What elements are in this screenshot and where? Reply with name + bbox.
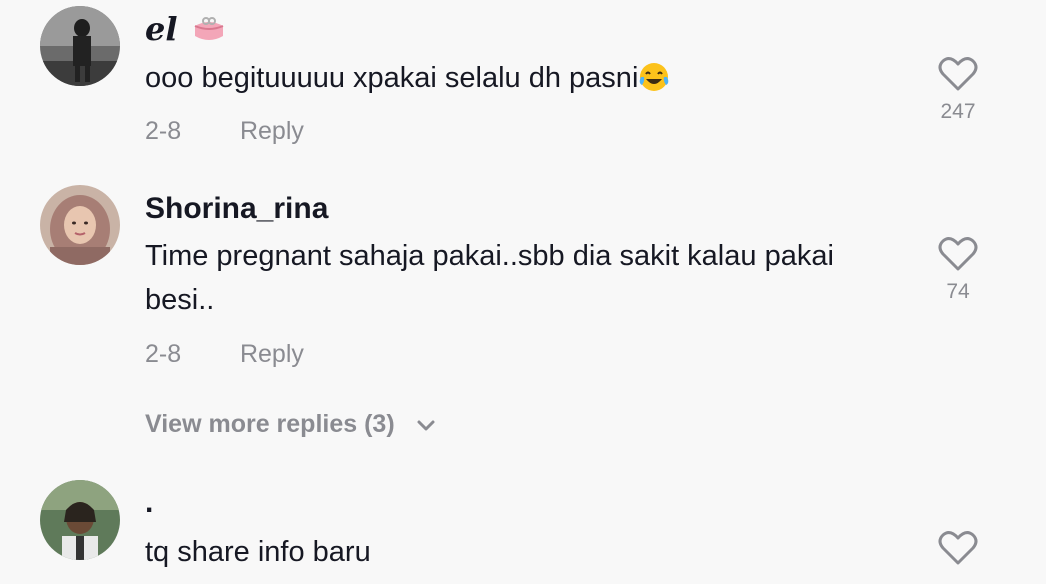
like-control: 247 xyxy=(938,56,978,124)
avatar[interactable] xyxy=(40,185,120,265)
chevron-down-icon xyxy=(416,411,436,440)
username[interactable]: . xyxy=(145,486,153,520)
username[interactable]: Shorina_rina xyxy=(145,192,328,226)
reply-button[interactable]: Reply xyxy=(240,117,304,145)
comment-item: . tq share info baru xyxy=(0,470,1046,584)
purse-icon xyxy=(191,14,227,52)
avatar-image xyxy=(40,480,120,560)
like-control xyxy=(938,530,978,566)
heart-icon[interactable] xyxy=(938,56,978,92)
reply-button[interactable]: Reply xyxy=(240,340,304,368)
comment-date: 2-8 xyxy=(145,117,182,145)
comment-text: ooo begituuuuu xpakai selalu dh pasni xyxy=(145,56,905,106)
like-count: 74 xyxy=(946,280,970,303)
like-count: 247 xyxy=(940,100,976,123)
comment-meta: 2-8 Reply xyxy=(145,340,304,369)
view-more-label: View more replies (3) xyxy=(145,410,395,438)
username[interactable]: el xyxy=(145,10,227,52)
heart-icon[interactable] xyxy=(938,530,978,566)
comment-meta: 2-8 Reply xyxy=(145,117,304,146)
view-more-replies-button[interactable]: View more replies (3) xyxy=(145,410,436,440)
avatar-image xyxy=(40,6,120,86)
comment-item: el ooo begituuuuu xpakai selalu dh pasni… xyxy=(0,0,1046,170)
comment-text: Time pregnant sahaja pakai..sbb dia saki… xyxy=(145,240,834,316)
comment-date: 2-8 xyxy=(145,340,182,368)
heart-icon[interactable] xyxy=(938,236,978,272)
comment-text: tq share info baru xyxy=(145,536,371,568)
avatar-image xyxy=(40,185,120,265)
tears-of-joy-icon xyxy=(638,61,670,106)
avatar[interactable] xyxy=(40,6,120,86)
like-control: 74 xyxy=(938,236,978,304)
avatar[interactable] xyxy=(40,480,120,560)
